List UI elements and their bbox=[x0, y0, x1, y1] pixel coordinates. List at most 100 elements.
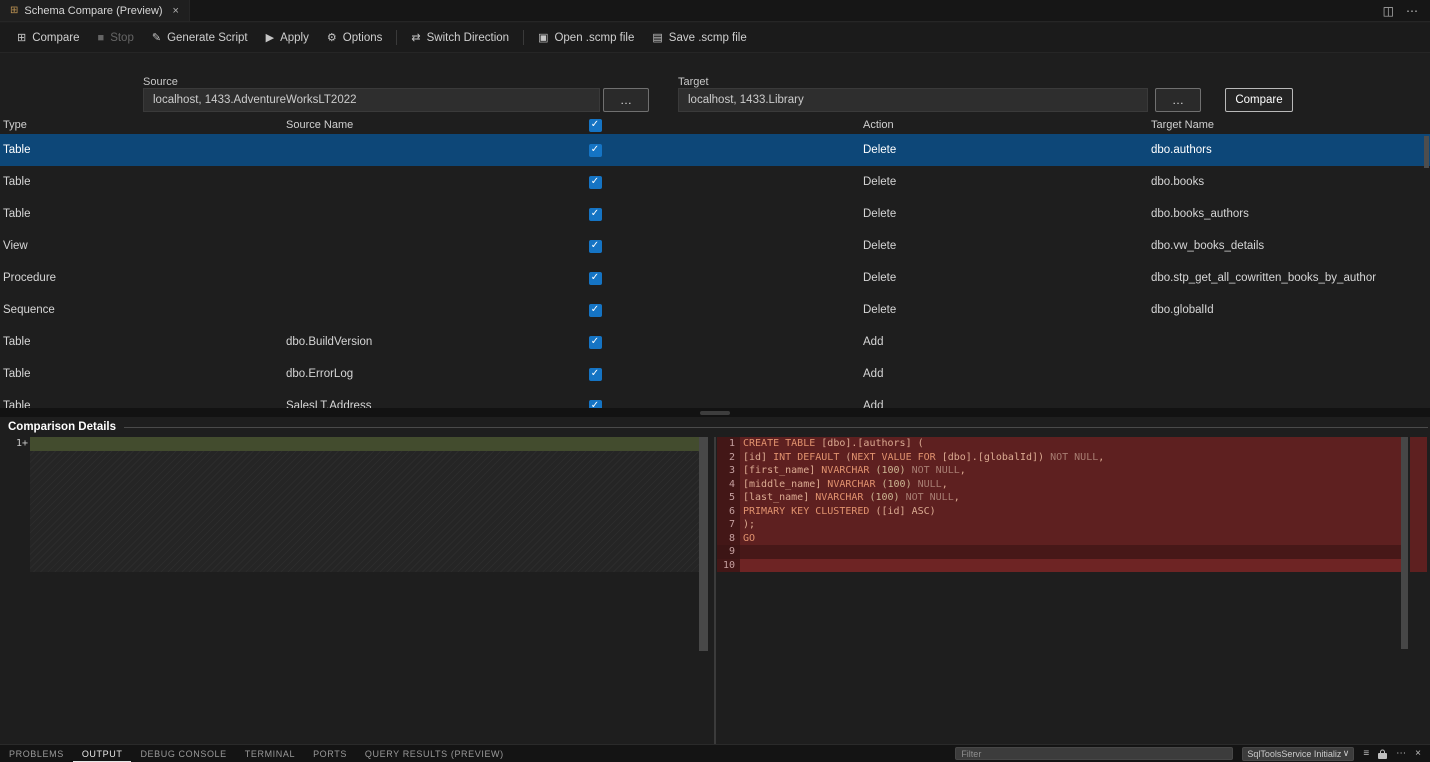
code-token: CREATE TABLE bbox=[743, 437, 821, 451]
row-source-name: dbo.ErrorLog bbox=[283, 368, 583, 380]
target-browse-button[interactable]: … bbox=[1155, 88, 1201, 112]
schema-compare-toolbar: ⊞Compare■Stop✎Generate Script▶Apply⚙Opti… bbox=[0, 23, 1430, 53]
diff-code-line: 9 bbox=[717, 545, 1404, 559]
code-token: [id] bbox=[743, 451, 773, 465]
row-include-checkbox[interactable]: ✓ bbox=[589, 176, 602, 189]
panel-tabs: PROBLEMSOUTPUTDEBUG CONSOLETERMINALPORTS… bbox=[0, 745, 513, 762]
schema-compare-icon: ⊞ bbox=[10, 5, 18, 16]
split-editor-icon[interactable]: ◫ bbox=[1383, 4, 1394, 18]
table-row[interactable]: TableSalesLT.Address✓Add bbox=[0, 390, 1430, 408]
code-token: [first_name] bbox=[743, 464, 821, 478]
diff-line-content: [last_name] NVARCHAR (100) NOT NULL, bbox=[740, 491, 1404, 505]
table-row[interactable]: Procedure✓Deletedbo.stp_get_all_cowritte… bbox=[0, 262, 1430, 294]
column-header-source-name[interactable]: Source Name bbox=[283, 119, 583, 131]
column-header-target-name[interactable]: Target Name bbox=[1148, 119, 1430, 131]
panel-tab-ports[interactable]: PORTS bbox=[304, 745, 356, 762]
toolbar-separator bbox=[396, 30, 397, 45]
stop-button[interactable]: ■Stop bbox=[89, 28, 143, 48]
diff-line-number: 7 bbox=[717, 518, 740, 532]
editor-more-icon[interactable]: ⋯ bbox=[1406, 4, 1418, 18]
panel-close-icon[interactable]: × bbox=[1415, 748, 1421, 759]
lock-icon[interactable] bbox=[1378, 749, 1387, 759]
table-row[interactable]: Table✓Deletedbo.books bbox=[0, 166, 1430, 198]
save-scmp-file-button[interactable]: ▤Save .scmp file bbox=[643, 27, 755, 48]
output-channel-select[interactable]: SqlToolsService Initializ ∨ bbox=[1242, 747, 1354, 761]
diff-line-number: 2 bbox=[717, 451, 740, 465]
table-row[interactable]: Sequence✓Deletedbo.globalId bbox=[0, 294, 1430, 326]
row-include-checkbox[interactable]: ✓ bbox=[589, 400, 602, 409]
diff-line-number: 8 bbox=[717, 532, 740, 546]
row-action: Delete bbox=[860, 176, 1148, 188]
panel-tab-problems[interactable]: PROBLEMS bbox=[0, 745, 73, 762]
table-row[interactable]: Tabledbo.ErrorLog✓Add bbox=[0, 358, 1430, 390]
diff-line-number: 5 bbox=[717, 491, 740, 505]
connections-section: Source localhost, 1433.AdventureWorksLT2… bbox=[0, 53, 1430, 116]
code-token: ([id] ASC) bbox=[875, 505, 935, 519]
diff-overview-ruler-removed-region bbox=[1410, 437, 1427, 572]
panel-tab-query-results-preview-[interactable]: QUERY RESULTS (PREVIEW) bbox=[356, 745, 513, 762]
table-row[interactable]: View✓Deletedbo.vw_books_details bbox=[0, 230, 1430, 262]
code-token: GO bbox=[743, 532, 755, 546]
row-type: Procedure bbox=[0, 272, 283, 284]
tab-schema-compare[interactable]: ⊞ Schema Compare (Preview) × bbox=[0, 0, 190, 21]
column-header-type[interactable]: Type bbox=[0, 119, 283, 131]
compare-run-button[interactable]: Compare bbox=[1225, 88, 1293, 112]
row-include-checkbox[interactable]: ✓ bbox=[589, 144, 602, 157]
table-row[interactable]: Table✓Deletedbo.books_authors bbox=[0, 198, 1430, 230]
diff-line-content: CREATE TABLE [dbo].[authors] ( bbox=[740, 437, 1404, 451]
diff-code-line: 5[last_name] NVARCHAR (100) NOT NULL, bbox=[717, 491, 1404, 505]
code-token: NVARCHAR bbox=[827, 478, 881, 492]
apply-icon: ▶ bbox=[266, 31, 274, 44]
output-channel-label: SqlToolsService Initializ bbox=[1247, 749, 1341, 759]
code-token: NOT NULL bbox=[1050, 451, 1098, 465]
comparison-details-title: Comparison Details bbox=[8, 421, 116, 433]
panel-more-icon[interactable]: ⋯ bbox=[1396, 748, 1406, 759]
column-header-action[interactable]: Action bbox=[860, 119, 1148, 131]
open-scmp-file-button[interactable]: ▣Open .scmp file bbox=[529, 27, 643, 48]
table-row[interactable]: Table✓Deletedbo.authors bbox=[0, 134, 1430, 166]
table-row[interactable]: Tabledbo.BuildVersion✓Add bbox=[0, 326, 1430, 358]
row-type: Table bbox=[0, 144, 283, 156]
target-input[interactable]: localhost, 1433.Library bbox=[678, 88, 1148, 112]
source-label: Source bbox=[143, 76, 178, 88]
output-actions-icon[interactable]: ≡ bbox=[1363, 748, 1369, 759]
apply-button[interactable]: ▶Apply bbox=[257, 27, 318, 48]
diff-target-pane[interactable]: 1CREATE TABLE [dbo].[authors] (2[id] INT… bbox=[717, 437, 1404, 744]
code-token: [middle_name] bbox=[743, 478, 827, 492]
details-divider-line bbox=[124, 427, 1428, 428]
diff-source-pane[interactable]: 1+ bbox=[0, 437, 712, 744]
row-include-checkbox[interactable]: ✓ bbox=[589, 368, 602, 381]
options-button[interactable]: ⚙Options bbox=[318, 27, 392, 48]
source-browse-button[interactable]: … bbox=[603, 88, 649, 112]
grid-scrollbar-thumb[interactable] bbox=[1424, 136, 1429, 168]
compare-button[interactable]: ⊞Compare bbox=[8, 27, 89, 48]
toolbar-item-label: Compare bbox=[32, 32, 79, 44]
diff-left-scrollbar-thumb[interactable] bbox=[699, 437, 708, 651]
panel-tab-terminal[interactable]: TERMINAL bbox=[236, 745, 304, 762]
row-type: Sequence bbox=[0, 304, 283, 316]
save-scmp-icon: ▤ bbox=[652, 31, 662, 44]
diff-pane-divider[interactable] bbox=[714, 437, 716, 744]
switch-direction-button[interactable]: ⇄Switch Direction bbox=[402, 27, 518, 48]
generate-script-button[interactable]: ✎Generate Script bbox=[143, 27, 257, 48]
source-input[interactable]: localhost, 1433.AdventureWorksLT2022 bbox=[143, 88, 600, 112]
splitter-handle[interactable] bbox=[700, 411, 730, 415]
output-filter-input[interactable]: Filter bbox=[955, 747, 1233, 760]
row-include-checkbox[interactable]: ✓ bbox=[589, 272, 602, 285]
row-include-checkbox[interactable]: ✓ bbox=[589, 208, 602, 221]
row-action: Delete bbox=[860, 304, 1148, 316]
select-all-checkbox[interactable]: ✓ bbox=[589, 119, 602, 132]
tab-close-icon[interactable]: × bbox=[173, 5, 179, 17]
row-include-checkbox[interactable]: ✓ bbox=[589, 304, 602, 317]
row-include-checkbox[interactable]: ✓ bbox=[589, 240, 602, 253]
diff-line-number: 3 bbox=[717, 464, 740, 478]
diff-right-scrollbar-thumb[interactable] bbox=[1401, 437, 1408, 649]
row-include-checkbox[interactable]: ✓ bbox=[589, 336, 602, 349]
row-target-name: dbo.vw_books_details bbox=[1148, 240, 1430, 252]
horizontal-splitter[interactable] bbox=[0, 408, 1430, 417]
panel-tab-output[interactable]: OUTPUT bbox=[73, 745, 132, 762]
row-type: View bbox=[0, 240, 283, 252]
panel-tab-debug-console[interactable]: DEBUG CONSOLE bbox=[131, 745, 235, 762]
toolbar-separator bbox=[523, 30, 524, 45]
code-token: NEXT VALUE FOR bbox=[851, 451, 941, 465]
